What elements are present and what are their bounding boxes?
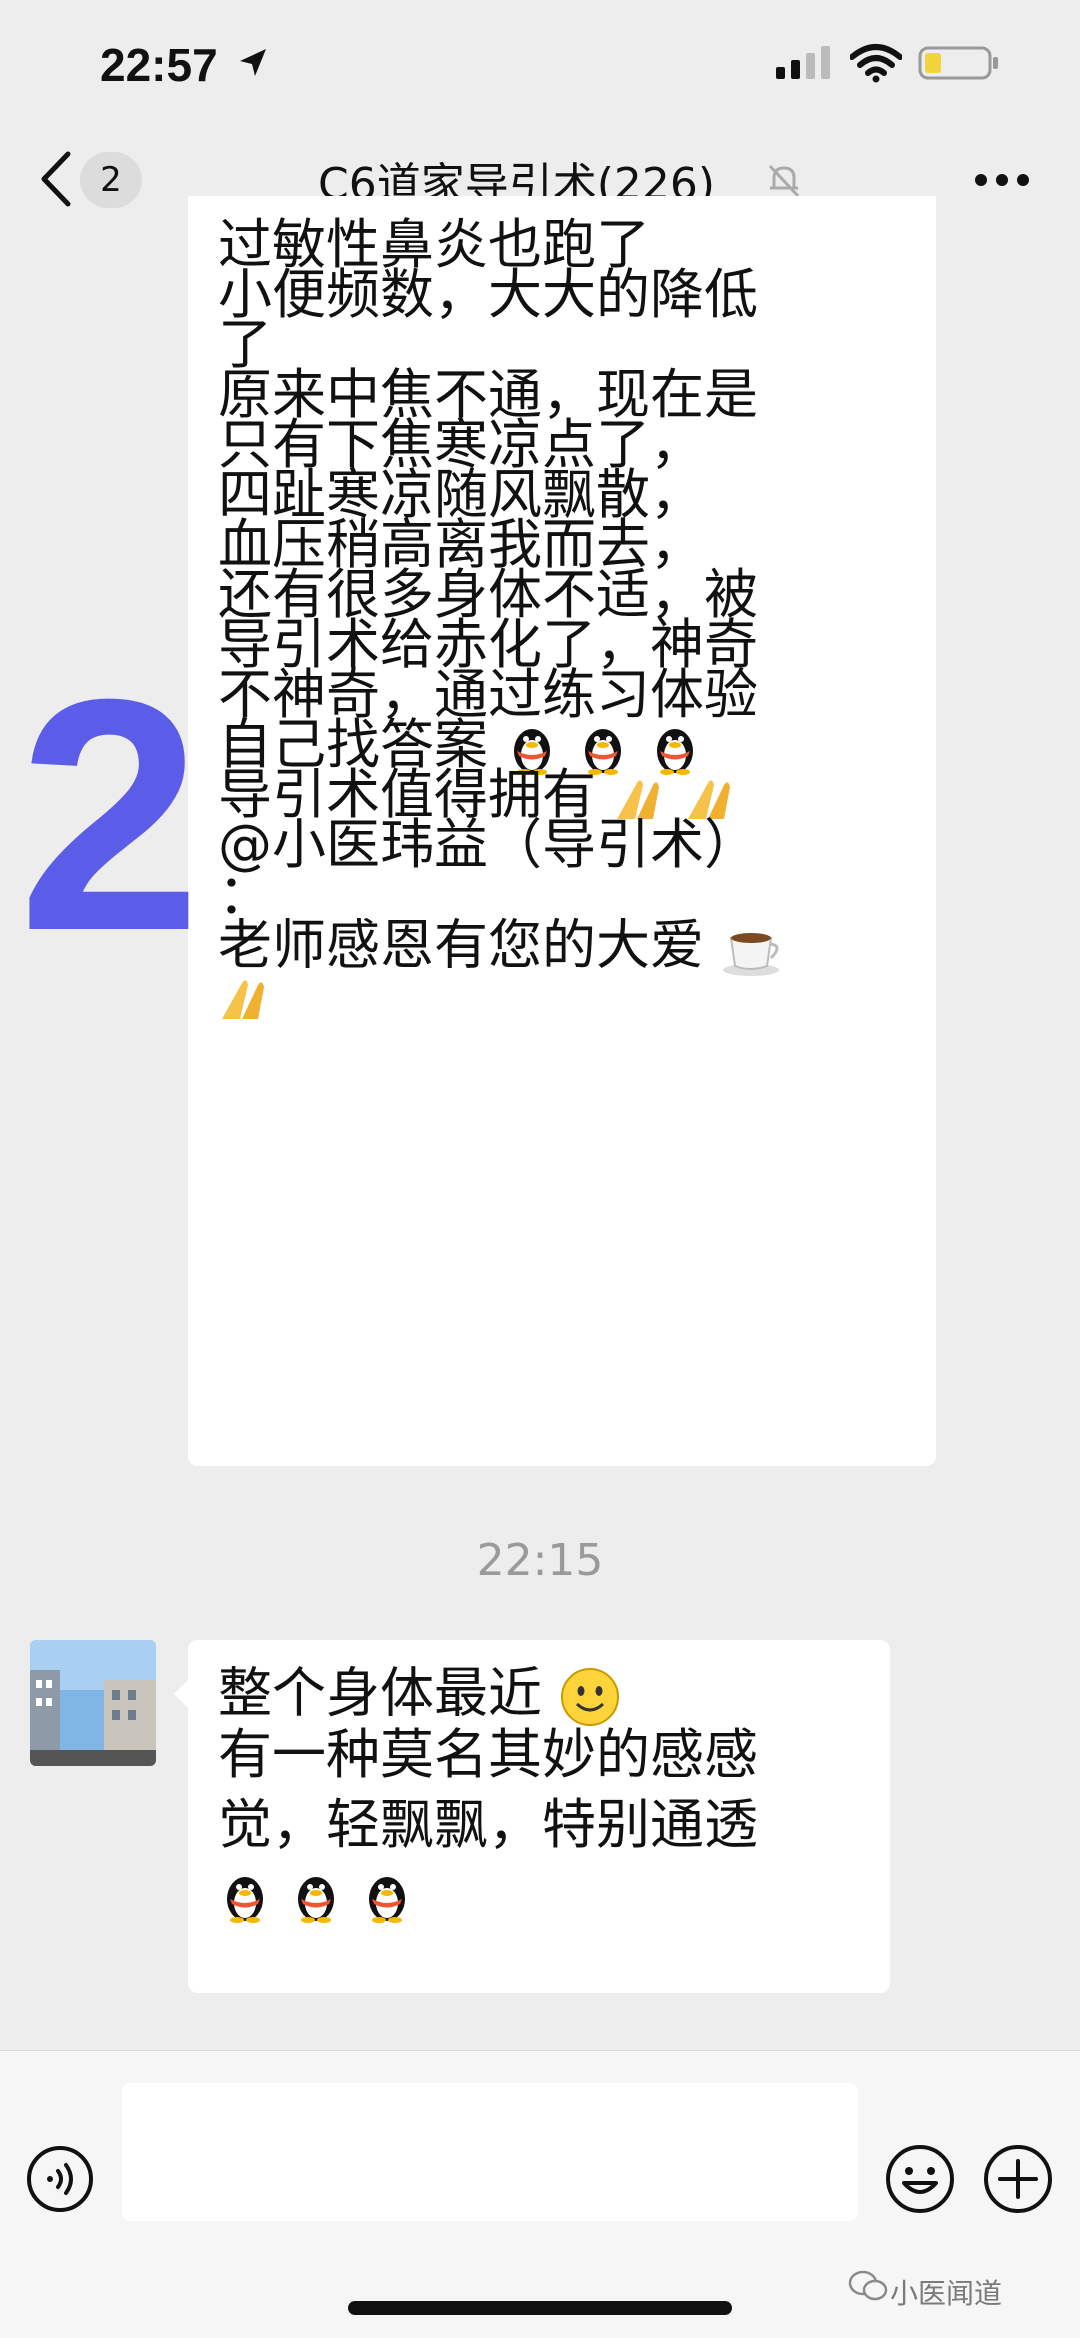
- sender-avatar[interactable]: [30, 1640, 156, 1766]
- coffee-emoji-icon: [723, 933, 780, 976]
- message-text: 老师感恩有您的大爱: [218, 913, 704, 977]
- qq-penguin-emoji-icon: [298, 1877, 335, 1924]
- status-bar: 22:57: [0, 0, 1080, 130]
- add-attachment-icon[interactable]: [982, 2143, 1054, 2215]
- cellular-signal-icon: [776, 46, 830, 79]
- more-options-icon[interactable]: [975, 172, 1029, 188]
- message-bubble[interactable]: 过敏性鼻炎也跑了 小便频数，大大的降低 了 原来中焦不通，现在是 只有下焦寒凉点…: [188, 196, 936, 1466]
- message-text-input[interactable]: [122, 2083, 858, 2221]
- unread-count-badge[interactable]: 2: [80, 152, 142, 208]
- account-watermark: 小医闻道: [890, 2277, 1003, 2310]
- battery-icon: [918, 46, 998, 80]
- back-chevron-icon[interactable]: [36, 150, 74, 208]
- location-arrow-icon: [240, 49, 266, 76]
- status-time: 22:57: [100, 39, 218, 91]
- message-line: @小医玮益（导引术）: [218, 813, 758, 876]
- message-line: 有一种莫名其妙的感感: [218, 1723, 758, 1786]
- home-indicator[interactable]: [348, 2301, 732, 2315]
- message-timestamp: 22:15: [476, 1535, 604, 1586]
- overlay-number: 2: [18, 630, 202, 999]
- message-line-with-emoji: [218, 970, 272, 1023]
- message-line-with-emoji: 整个身体最近: [218, 1666, 621, 1728]
- mute-bell-icon: [768, 164, 800, 198]
- praying-hands-emoji-icon: [222, 980, 264, 1020]
- emoji-picker-icon[interactable]: [884, 2143, 956, 2215]
- voice-input-icon[interactable]: [26, 2145, 94, 2213]
- message-bubble[interactable]: 整个身体最近 有一种莫名其妙的感感 觉，轻飘飘，特别通透: [174, 1640, 890, 1993]
- message-line-with-emoji: [218, 1868, 414, 1924]
- qq-penguin-emoji-icon: [369, 1877, 406, 1924]
- message-line: 小便频数，大大的降低: [218, 263, 758, 326]
- wechat-logo-icon: [848, 2270, 888, 2301]
- message-line-with-emoji: 老师感恩有您的大爱: [218, 918, 787, 978]
- message-line: 觉，轻飘飘，特别通透: [218, 1793, 758, 1856]
- message-text: 整个身体最近: [218, 1661, 542, 1725]
- qq-penguin-emoji-icon: [227, 1877, 263, 1924]
- message-line: ：: [218, 863, 272, 926]
- smile-emoji-icon: [561, 1668, 620, 1726]
- wifi-icon: [850, 44, 902, 83]
